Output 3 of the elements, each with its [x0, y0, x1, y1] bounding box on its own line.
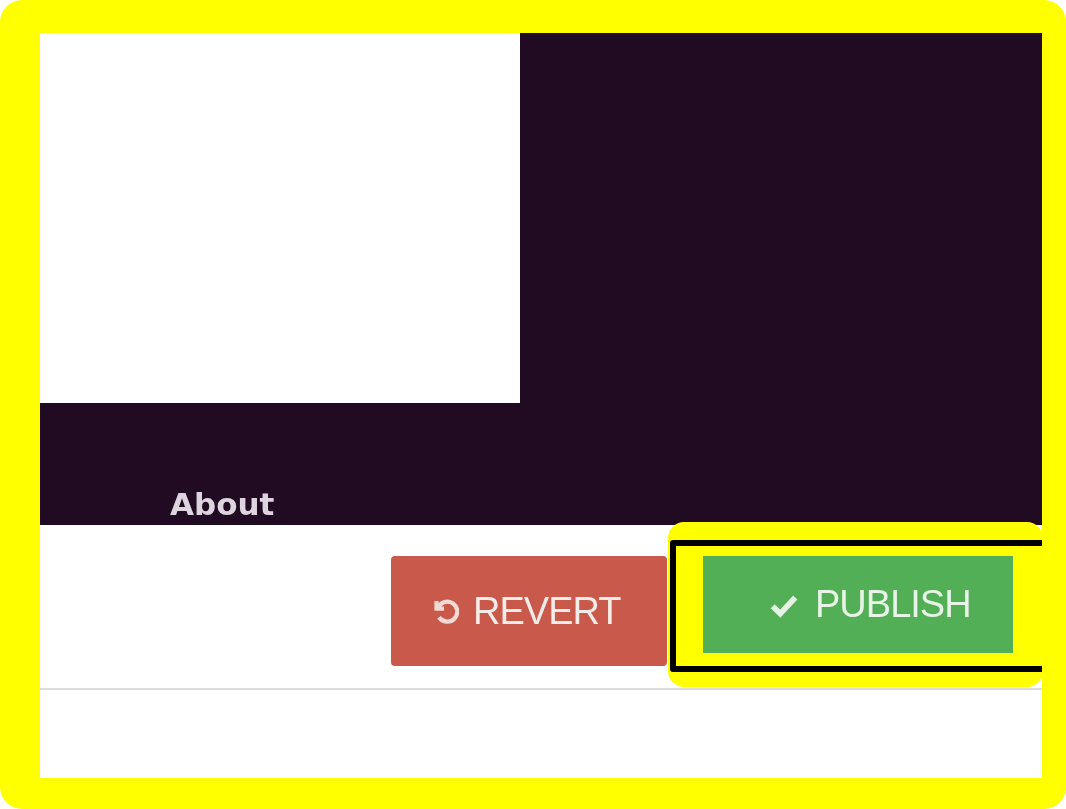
revert-button[interactable]: REVERT [391, 556, 667, 666]
about-link[interactable]: About [170, 486, 1042, 521]
publish-button[interactable]: PUBLISH [703, 556, 1013, 653]
